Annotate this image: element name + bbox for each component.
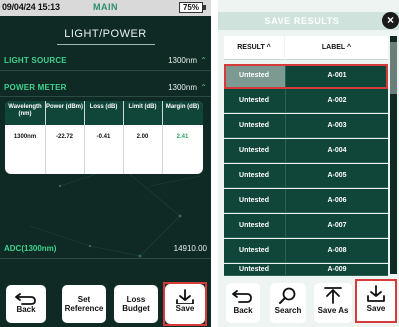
- cell-limit: 2.00: [136, 134, 149, 140]
- title-underline: [57, 44, 155, 45]
- dialog-title: SAVE RESULTS: [264, 16, 340, 26]
- status-bar: 09/04/24 15:13 MAIN 75%: [0, 0, 211, 16]
- column-header-limit: Limit (dB): [128, 104, 157, 110]
- loss-budget-label: Loss Budget: [122, 295, 150, 313]
- divider: [0, 96, 211, 97]
- upload-icon: [324, 287, 342, 304]
- chevron-up-icon[interactable]: ⌃: [200, 56, 207, 65]
- divider: [0, 70, 211, 71]
- back-arrow-icon: [232, 290, 252, 303]
- cell-result: Untested: [239, 266, 269, 273]
- table-row[interactable]: Untested A-007: [224, 214, 388, 238]
- cell-loss: -0.41: [96, 134, 111, 140]
- table-row[interactable]: Untested A-002: [224, 89, 388, 113]
- column-header-label[interactable]: LABEL ^: [285, 36, 388, 60]
- cell-label: A-004: [285, 139, 388, 163]
- save-highlight: [355, 279, 397, 323]
- table-row[interactable]: Untested A-009: [224, 264, 388, 276]
- search-label: Search: [274, 306, 302, 315]
- cell-label: A-003: [285, 114, 388, 138]
- save-as-button[interactable]: Save As: [314, 283, 352, 323]
- back-button[interactable]: Back: [6, 285, 46, 323]
- back-label: Back: [233, 306, 253, 315]
- column-header-margin: Margin (dB): [165, 104, 200, 110]
- light-source-value[interactable]: 1300nm: [168, 56, 197, 65]
- column-header-result[interactable]: RESULT ^: [224, 36, 284, 60]
- search-icon: [279, 287, 296, 304]
- set-reference-button[interactable]: Set Reference: [62, 285, 106, 323]
- cell-margin: 2.41: [176, 134, 189, 140]
- save-highlight: [163, 282, 207, 326]
- cell-result: Untested: [239, 147, 269, 154]
- battery-icon: [203, 5, 206, 10]
- column-header-loss: Loss (dB): [89, 104, 118, 110]
- table-row[interactable]: Untested A-005: [224, 164, 388, 188]
- cell-power: -22.72: [55, 134, 73, 140]
- loss-budget-button[interactable]: Loss Budget: [114, 285, 158, 323]
- cell-result: Untested: [239, 222, 269, 229]
- cell-label: A-007: [285, 214, 388, 238]
- save-as-label: Save As: [317, 306, 349, 315]
- table-row[interactable]: Untested A-003: [224, 114, 388, 138]
- cell-wavelength: 1300nm: [13, 134, 37, 140]
- set-reference-label: Set Reference: [64, 295, 104, 313]
- column-header-wavelength: Wavelength (nm): [8, 104, 42, 117]
- cell-label: A-008: [285, 239, 388, 263]
- back-label: Back: [16, 305, 36, 314]
- page-title: LIGHT/POWER: [64, 28, 147, 40]
- adc-label: ADC(1300nm): [4, 244, 57, 253]
- cell-result: Untested: [239, 122, 269, 129]
- light-power-screen: 09/04/24 15:13 MAIN 75% LIGHT/POWER LIGH…: [0, 0, 211, 327]
- cell-label: A-006: [285, 189, 388, 213]
- search-button[interactable]: Search: [270, 283, 306, 323]
- scrollbar-thumb[interactable]: [390, 42, 397, 94]
- cell-label: A-009: [285, 264, 388, 275]
- divider: [0, 258, 211, 259]
- column-header-power: Power (dBm): [45, 104, 83, 110]
- cell-result: Untested: [239, 247, 269, 254]
- cell-label: A-005: [285, 164, 388, 188]
- light-source-label[interactable]: LIGHT SOURCE: [4, 56, 67, 65]
- cell-result: Untested: [239, 97, 269, 104]
- table-row[interactable]: Untested A-008: [224, 239, 388, 263]
- selected-row-highlight: [224, 64, 388, 89]
- table-row[interactable]: Untested A-004: [224, 139, 388, 163]
- cell-result: Untested: [239, 197, 269, 204]
- close-icon[interactable]: ×: [382, 12, 399, 29]
- cell-result: Untested: [239, 172, 269, 179]
- power-meter-value[interactable]: 1300nm: [168, 83, 197, 92]
- battery-indicator: 75%: [178, 2, 203, 13]
- save-results-dialog: SAVE RESULTS × RESULT ^ LABEL ^ Untested…: [218, 0, 399, 327]
- chevron-up-icon[interactable]: ⌃: [200, 83, 207, 92]
- power-meter-label[interactable]: POWER METER: [4, 83, 67, 92]
- cell-label: A-002: [285, 89, 388, 113]
- panel-gap: [211, 0, 218, 327]
- table-row[interactable]: Untested A-006: [224, 189, 388, 213]
- back-button[interactable]: Back: [226, 283, 260, 323]
- adc-value: 14910.00: [173, 244, 207, 253]
- power-meter-table: Wavelength (nm) Power (dBm) Loss (dB) Li…: [5, 101, 203, 174]
- back-arrow-icon: [15, 293, 36, 305]
